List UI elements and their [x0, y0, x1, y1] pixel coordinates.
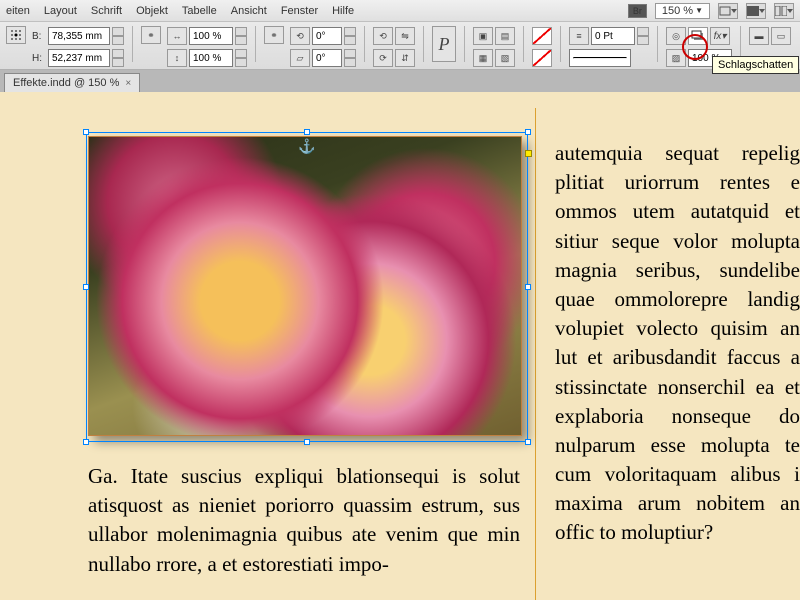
shear-input[interactable]: 0°	[312, 49, 342, 67]
rotate-cw-icon[interactable]: ⟳	[373, 49, 393, 67]
text-wrap-bounding-icon[interactable]: ▭	[771, 27, 791, 45]
text-wrap-none-icon[interactable]: ▬	[749, 27, 769, 45]
menu-tabelle[interactable]: Tabelle	[182, 5, 217, 17]
close-icon[interactable]: ×	[125, 78, 131, 89]
handle-bm[interactable]	[304, 439, 310, 445]
scale-y-input[interactable]: 100 %	[189, 49, 233, 67]
handle-tm[interactable]	[304, 129, 310, 135]
scale-x-icon: ↔	[167, 27, 187, 45]
handle-br[interactable]	[525, 439, 531, 445]
image-frame[interactable]: ⚓	[86, 132, 528, 442]
fx-menu[interactable]: fx▾	[710, 27, 730, 45]
handle-mr[interactable]	[525, 284, 531, 290]
document-tab[interactable]: Effekte.indd @ 150 % ×	[4, 73, 140, 92]
menu-bar: eiten Layout Schrift Objekt Tabelle Ansi…	[0, 0, 800, 22]
fit-frame-icon[interactable]: ▧	[495, 49, 515, 67]
rotate-spinner[interactable]	[344, 27, 356, 45]
height-label: H:	[32, 53, 46, 64]
stroke-style-dropdown[interactable]	[569, 49, 631, 67]
constrain-proportions-icon[interactable]: ⚭	[141, 26, 161, 44]
effects-icon[interactable]: ◎	[666, 27, 686, 45]
width-spinner[interactable]	[112, 27, 124, 45]
menu-objekt[interactable]: Objekt	[136, 5, 168, 17]
drop-shadow-button[interactable]	[688, 27, 708, 45]
scale-y-icon: ↕	[167, 49, 187, 67]
rotate-icon: ⟲	[290, 27, 310, 45]
shear-spinner[interactable]	[344, 49, 356, 67]
select-container-icon[interactable]: ▣	[473, 27, 493, 45]
height-spinner[interactable]	[112, 49, 124, 67]
width-input[interactable]: 78,355 mm	[48, 27, 110, 45]
view-mode-icon[interactable]	[718, 3, 738, 19]
document-canvas[interactable]: ⚓ Ga. Itate suscius expliqui blationsequ…	[0, 92, 800, 600]
text-column-right[interactable]: autemquia sequat repelig plitiat uriorru…	[555, 139, 800, 548]
opacity-icon: ▨	[666, 49, 686, 67]
arrange-icon[interactable]	[774, 3, 794, 19]
menu-seiten[interactable]: eiten	[6, 5, 30, 17]
handle-bl[interactable]	[83, 439, 89, 445]
menu-ansicht[interactable]: Ansicht	[231, 5, 267, 17]
menu-schrift[interactable]: Schrift	[91, 5, 122, 17]
handle-tl[interactable]	[83, 129, 89, 135]
bridge-badge[interactable]: Br	[628, 4, 647, 18]
flip-h-icon[interactable]: ⇋	[395, 27, 415, 45]
constrain-scale-icon[interactable]: ⚭	[264, 26, 284, 44]
scale-x-spinner[interactable]	[235, 27, 247, 45]
menu-hilfe[interactable]: Hilfe	[332, 5, 354, 17]
stroke-weight-icon: ≡	[569, 27, 589, 45]
reference-point-icon[interactable]	[6, 26, 26, 44]
rotate-input[interactable]: 0°	[312, 27, 342, 45]
stroke-weight-input[interactable]: 0 Pt	[591, 27, 635, 45]
fill-swatch[interactable]	[532, 27, 552, 45]
fit-content-icon[interactable]: ▦	[473, 49, 493, 67]
character-format-icon[interactable]: P	[432, 26, 456, 62]
rotate-ccw-icon[interactable]: ⟲	[373, 27, 393, 45]
handle-ml[interactable]	[83, 284, 89, 290]
menu-layout[interactable]: Layout	[44, 5, 77, 17]
control-bar: B:78,355 mm H:52,237 mm ⚭ ↔100 % ↕100 % …	[0, 22, 800, 70]
height-input[interactable]: 52,237 mm	[48, 49, 110, 67]
screen-mode-icon[interactable]	[746, 3, 766, 19]
document-tab-title: Effekte.indd @ 150 %	[13, 77, 119, 89]
menu-fenster[interactable]: Fenster	[281, 5, 318, 17]
select-content-icon[interactable]: ▤	[495, 27, 515, 45]
tooltip: Schlagschatten	[712, 56, 799, 74]
shear-icon: ▱	[290, 49, 310, 67]
flip-v-icon[interactable]: ⇵	[395, 49, 415, 67]
zoom-dropdown[interactable]: 150 % ▼	[655, 3, 710, 19]
width-label: B:	[32, 31, 46, 42]
handle-tr[interactable]	[525, 129, 531, 135]
stroke-swatch[interactable]	[532, 49, 552, 67]
stroke-weight-spinner[interactable]	[637, 27, 649, 45]
scale-x-input[interactable]: 100 %	[189, 27, 233, 45]
text-column-left[interactable]: Ga. Itate suscius expliqui blationsequi …	[88, 462, 520, 579]
column-guide	[535, 108, 536, 600]
anchor-icon: ⚓	[298, 138, 315, 155]
scale-y-spinner[interactable]	[235, 49, 247, 67]
document-tab-strip: Effekte.indd @ 150 % ×	[0, 70, 800, 92]
live-corner-handle[interactable]	[525, 150, 532, 157]
